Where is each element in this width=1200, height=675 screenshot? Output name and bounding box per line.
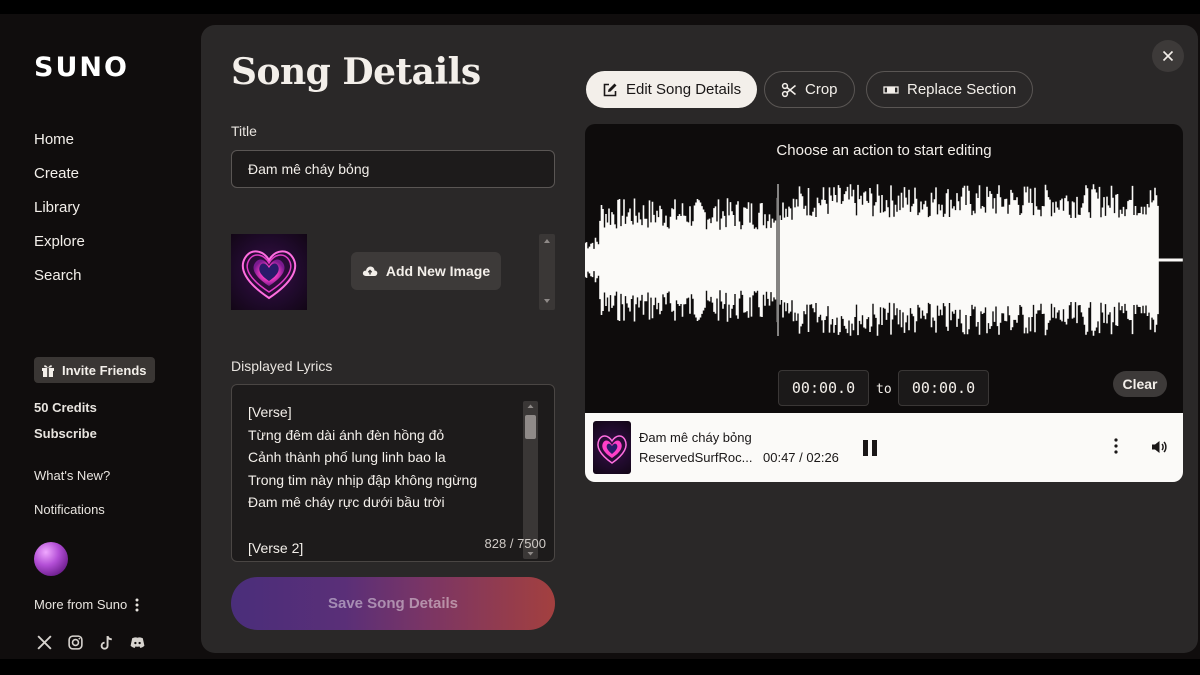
waveform-editor[interactable]: Choose an action to start editing 00:00.… — [585, 124, 1183, 413]
edit-song-details-tab[interactable]: Edit Song Details — [586, 71, 758, 108]
close-icon — [1162, 50, 1174, 62]
pause-icon[interactable] — [861, 439, 879, 457]
gift-icon — [42, 365, 54, 377]
scroll-arrows — [544, 239, 550, 303]
x-icon[interactable] — [36, 634, 53, 651]
instagram-icon[interactable] — [67, 634, 84, 651]
to-label: to — [876, 382, 892, 397]
volume-icon[interactable] — [1150, 438, 1168, 456]
title-input[interactable] — [231, 150, 555, 188]
player-bar: Đam mê cháy bỏng ReservedSurfRoc... 00:4… — [585, 413, 1183, 482]
sidebar-item-library[interactable]: Library — [34, 198, 85, 232]
start-time-field[interactable]: 00:00.0 — [778, 370, 869, 406]
clear-button[interactable]: Clear — [1113, 371, 1167, 397]
replace-section-tab[interactable]: Replace Section — [866, 71, 1034, 108]
lyrics-textarea[interactable]: [Verse] Từng đêm dài ánh đèn hồng đỏ Cản… — [231, 384, 555, 562]
lyrics-label: Displayed Lyrics — [231, 358, 333, 374]
replace-section-icon — [883, 85, 899, 94]
image-scrollbar[interactable] — [539, 234, 555, 310]
social-links — [36, 634, 146, 651]
tiktok-icon[interactable] — [98, 634, 115, 651]
credits-count: 50 Credits — [34, 400, 97, 415]
player-cover-image[interactable] — [593, 421, 631, 474]
kebab-menu-icon — [135, 598, 139, 611]
player-artist[interactable]: ReservedSurfRoc... — [639, 450, 752, 465]
crop-tab[interactable]: Crop — [764, 71, 855, 108]
discord-icon[interactable] — [129, 634, 146, 651]
notifications-link[interactable]: Notifications — [34, 502, 105, 517]
crop-label: Crop — [805, 81, 838, 98]
add-new-image-button[interactable]: Add New Image — [351, 252, 501, 290]
whats-new-link[interactable]: What's New? — [34, 468, 110, 483]
sidebar-nav: Home Create Library Explore Search — [34, 130, 85, 300]
sidebar-item-home[interactable]: Home — [34, 130, 85, 164]
suno-logo[interactable]: SUNO — [34, 52, 129, 83]
avatar[interactable] — [34, 542, 68, 576]
player-time: 00:47 / 02:26 — [763, 450, 839, 465]
player-heart-artwork — [597, 435, 627, 464]
song-details-panel: Song Details Title Đam mê cháy bỏng Add … — [201, 25, 1198, 653]
lyrics-char-count: 828 / 7500 — [484, 536, 546, 551]
editor-hint: Choose an action to start editing — [776, 142, 992, 159]
title-label: Title — [231, 123, 257, 139]
more-from-suno-button[interactable]: More from Suno — [34, 597, 139, 612]
sidebar-item-search[interactable]: Search — [34, 266, 85, 300]
cloud-upload-icon — [362, 266, 378, 276]
player-song-title[interactable]: Đam mê cháy bỏng — [639, 430, 752, 445]
edit-song-details-label: Edit Song Details — [626, 81, 742, 98]
player-more-icon[interactable] — [1112, 437, 1120, 455]
sidebar: SUNO Home Create Library Explore Search … — [0, 14, 200, 659]
heart-artwork — [241, 250, 297, 300]
app-window: SUNO Home Create Library Explore Search … — [0, 14, 1200, 659]
edit-icon — [603, 83, 617, 96]
song-cover-image — [231, 234, 307, 310]
audio-waveform[interactable] — [585, 184, 1183, 336]
waveform-bars — [585, 184, 1183, 336]
lyrics-text[interactable]: [Verse] Từng đêm dài ánh đèn hồng đỏ Cản… — [248, 401, 477, 559]
lyrics-scroll-thumb[interactable] — [525, 415, 536, 439]
page-title: Song Details — [231, 51, 481, 93]
scissors-icon — [781, 82, 796, 97]
more-from-suno-label: More from Suno — [34, 597, 128, 612]
save-song-details-button[interactable]: Save Song Details — [231, 577, 555, 630]
invite-friends-button[interactable]: Invite Friends — [34, 357, 155, 383]
add-new-image-label: Add New Image — [385, 263, 491, 279]
sidebar-item-explore[interactable]: Explore — [34, 232, 85, 266]
invite-friends-label: Invite Friends — [62, 362, 147, 378]
end-time-field[interactable]: 00:00.0 — [898, 370, 989, 406]
close-button[interactable] — [1152, 40, 1184, 72]
replace-section-label: Replace Section — [907, 81, 1017, 98]
subscribe-link[interactable]: Subscribe — [34, 426, 97, 441]
sidebar-item-create[interactable]: Create — [34, 164, 85, 198]
